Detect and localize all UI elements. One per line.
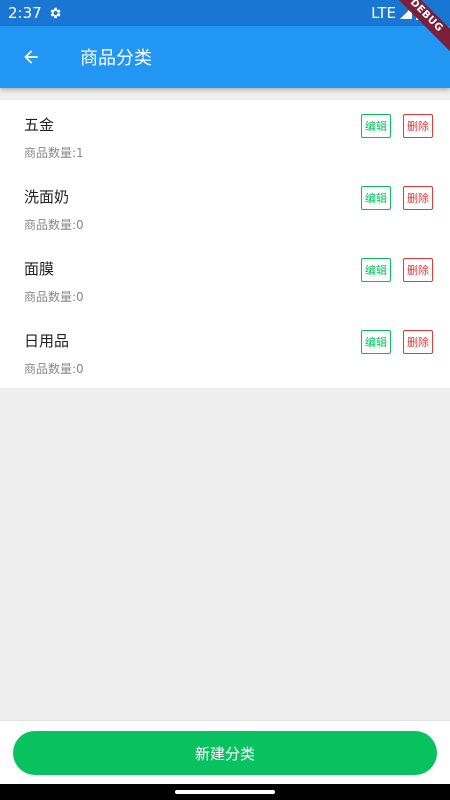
category-count: 商品数量:0 bbox=[24, 218, 84, 232]
status-time: 2:37 bbox=[8, 4, 42, 22]
category-item: 洗面奶 商品数量:0 编辑 删除 bbox=[0, 172, 450, 244]
category-count: 商品数量:0 bbox=[24, 290, 84, 304]
category-count: 商品数量:1 bbox=[24, 146, 84, 160]
category-item: 面膜 商品数量:0 编辑 删除 bbox=[0, 244, 450, 316]
delete-button[interactable]: 删除 bbox=[403, 114, 433, 138]
category-item: 五金 商品数量:1 编辑 删除 bbox=[0, 100, 450, 172]
back-arrow-icon bbox=[24, 50, 38, 64]
category-item: 日用品 商品数量:0 编辑 删除 bbox=[0, 316, 450, 388]
delete-button[interactable]: 删除 bbox=[403, 186, 433, 210]
settings-gear-icon bbox=[50, 7, 61, 19]
delete-button[interactable]: 删除 bbox=[403, 258, 433, 282]
delete-button[interactable]: 删除 bbox=[403, 330, 433, 354]
back-button[interactable] bbox=[0, 26, 62, 88]
new-category-button[interactable]: 新建分类 bbox=[13, 731, 437, 775]
app-bar: 商品分类 bbox=[0, 26, 450, 88]
category-count: 商品数量:0 bbox=[24, 362, 84, 376]
category-list: 五金 商品数量:1 编辑 删除 洗面奶 商品数量:0 编辑 删除 面膜 商品数量… bbox=[0, 100, 450, 388]
status-bar: 2:37 LTE bbox=[0, 0, 450, 26]
edit-button[interactable]: 编辑 bbox=[361, 186, 391, 210]
system-nav-bar bbox=[0, 784, 450, 800]
edit-button[interactable]: 编辑 bbox=[361, 258, 391, 282]
home-handle[interactable] bbox=[175, 790, 275, 794]
bottom-panel: 新建分类 bbox=[0, 720, 450, 784]
edit-button[interactable]: 编辑 bbox=[361, 114, 391, 138]
network-type: LTE bbox=[371, 4, 396, 22]
edit-button[interactable]: 编辑 bbox=[361, 330, 391, 354]
page-title: 商品分类 bbox=[80, 48, 152, 69]
